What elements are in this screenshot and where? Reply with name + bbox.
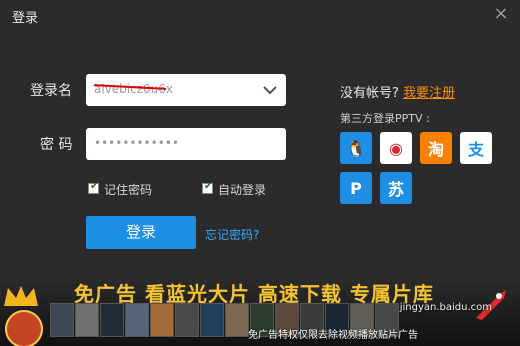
no-account-text: 没有帐号? — [340, 86, 399, 101]
promo-banner[interactable]: 免广告 看蓝光大片 高速下载 专属片库 免广告特权仅限去除视频播放贴片广告 ji… — [0, 276, 520, 346]
poster-image — [150, 303, 174, 337]
register-link[interactable]: 我要注册 — [403, 86, 455, 101]
username-label: 登录名 — [30, 83, 72, 99]
taobao-icon[interactable]: 淘 — [420, 132, 452, 164]
password-field[interactable] — [86, 128, 286, 160]
window-title: 登录 — [12, 11, 39, 26]
auto-login-checkbox[interactable] — [202, 181, 213, 194]
login-window: 登录 × 登录名 密 码 记住密码 自动登录 登录 忘记密码? 没有帐号? 我要… — [0, 0, 520, 346]
third-party-label: 第三方登录PPTV : — [340, 112, 430, 125]
poster-image — [175, 303, 199, 337]
poster-image — [225, 303, 249, 337]
forgot-password-link[interactable]: 忘记密码? — [205, 226, 259, 243]
password-label: 密 码 — [40, 137, 73, 153]
username-field[interactable] — [86, 74, 286, 106]
remember-label: 记住密码 — [104, 183, 153, 197]
poster-image — [75, 303, 99, 337]
vip-disc-icon — [5, 310, 43, 346]
alipay-icon[interactable]: 支 — [460, 132, 492, 164]
chevron-down-icon[interactable] — [262, 82, 278, 98]
pptv-p-icon[interactable]: P — [340, 172, 372, 204]
poster-image — [50, 303, 74, 337]
watermark-text: jingyan.baidu.com — [399, 302, 492, 313]
remember-checkbox[interactable] — [88, 181, 99, 194]
poster-image — [125, 303, 149, 337]
auto-login-label: 自动登录 — [218, 183, 267, 197]
login-button[interactable]: 登录 — [86, 216, 196, 249]
banner-notice: 免广告特权仅限去除视频播放贴片广告 — [248, 330, 418, 341]
weibo-icon[interactable]: ◉ — [380, 132, 412, 164]
username-input[interactable] — [86, 74, 262, 104]
poster-image — [100, 303, 124, 337]
title-bar: 登录 × — [0, 0, 520, 30]
suning-icon[interactable]: 苏 — [380, 172, 412, 204]
qq-icon[interactable]: 🐧 — [340, 132, 372, 164]
register-prompt: 没有帐号? 我要注册 — [340, 82, 455, 101]
crown-icon — [4, 286, 38, 306]
poster-image — [200, 303, 224, 337]
password-input[interactable] — [86, 128, 262, 158]
close-icon[interactable]: × — [492, 5, 510, 23]
